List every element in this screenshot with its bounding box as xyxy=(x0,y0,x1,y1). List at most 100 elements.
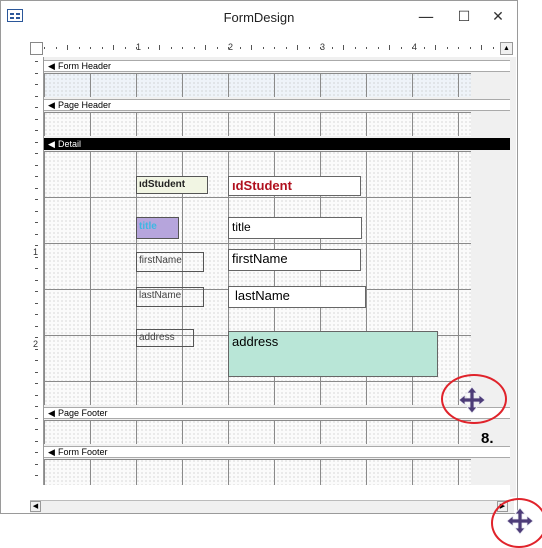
page-header-section[interactable] xyxy=(44,112,471,136)
ruler-tick xyxy=(35,349,38,350)
page-header-label: Page Header xyxy=(58,100,112,110)
ruler-tick xyxy=(194,47,195,49)
ruler-tick xyxy=(401,47,402,49)
ruler-tick xyxy=(251,45,252,50)
ruler-tick xyxy=(35,406,38,407)
section-arrow-icon: ◀ xyxy=(48,408,55,418)
ruler-number: 1 xyxy=(33,247,39,257)
ruler-tick xyxy=(286,47,287,49)
address-label[interactable]: address xyxy=(136,329,194,347)
section-arrow-icon: ◀ xyxy=(48,447,55,457)
ruler-tick xyxy=(35,337,38,338)
ruler-tick xyxy=(35,61,38,62)
horizontal-scrollbar[interactable]: ◀ ▶ xyxy=(30,500,514,513)
ruler-tick xyxy=(35,291,38,292)
ruler-tick xyxy=(35,326,38,327)
ruler-number: 2 xyxy=(33,339,39,349)
horizontal-ruler-row: 1 2 3 4 5 xyxy=(0,42,516,56)
scroll-up-arrow-icon[interactable]: ▲ xyxy=(500,42,513,55)
page-footer-label: Page Footer xyxy=(58,408,108,418)
lastname-label[interactable]: lastName xyxy=(136,287,204,307)
ruler-tick xyxy=(458,47,459,49)
ruler-tick xyxy=(35,234,38,235)
ruler-tick xyxy=(378,47,379,49)
ruler-tick xyxy=(309,47,310,49)
ruler-tick xyxy=(343,45,344,50)
ruler-tick xyxy=(35,211,38,212)
ruler-tick xyxy=(35,199,38,200)
ruler-tick xyxy=(35,153,38,154)
ruler-tick xyxy=(35,176,38,177)
ruler-tick xyxy=(35,452,38,453)
firstname-field[interactable]: firstName xyxy=(228,249,361,271)
ruler-tick xyxy=(35,188,38,189)
ruler-tick xyxy=(35,360,38,361)
form-header-bar[interactable]: ◀ Form Header xyxy=(44,60,510,72)
ruler-tick xyxy=(35,130,38,131)
close-button[interactable]: ✕ xyxy=(483,5,513,29)
move-cursor-icon[interactable] xyxy=(506,507,534,535)
ruler-tick xyxy=(35,383,38,384)
title-bar: FormDesign — ☐ ✕ xyxy=(1,1,517,32)
ruler-tick xyxy=(35,73,38,74)
firstname-label[interactable]: firstName xyxy=(136,252,204,272)
ruler-tick xyxy=(355,47,356,49)
lastname-field[interactable]: lastName xyxy=(228,286,366,308)
address-field[interactable]: address xyxy=(228,331,438,377)
page-footer-section[interactable] xyxy=(44,420,471,444)
title-field[interactable]: title xyxy=(228,217,362,239)
ruler-tick xyxy=(35,165,38,166)
ruler-tick xyxy=(320,47,321,49)
ruler-tick xyxy=(240,47,241,49)
ruler-tick xyxy=(113,45,114,50)
vertical-ruler[interactable]: 1 2 xyxy=(30,57,44,485)
detail-bar[interactable]: ◀ Detail xyxy=(44,138,510,150)
scroll-left-arrow-icon[interactable]: ◀ xyxy=(30,501,41,512)
ruler-tick xyxy=(35,464,38,465)
ruler-tick xyxy=(35,142,38,143)
detail-label: Detail xyxy=(58,139,82,149)
form-footer-bar[interactable]: ◀ Form Footer xyxy=(44,446,510,458)
ruler-tick xyxy=(447,47,448,49)
ruler-tick xyxy=(263,47,264,49)
minimize-button[interactable]: — xyxy=(411,5,441,29)
ruler-tick xyxy=(205,45,206,50)
ruler-tick xyxy=(35,84,38,85)
ruler-tick xyxy=(79,47,80,49)
move-cursor-icon[interactable] xyxy=(458,386,486,414)
ruler-tick xyxy=(470,47,471,49)
form-footer-section[interactable] xyxy=(44,459,471,485)
ruler-tick xyxy=(228,47,229,49)
ruler-tick xyxy=(125,47,126,49)
idstudent-label[interactable]: ıdStudent xyxy=(136,176,208,194)
page-footer-bar[interactable]: ◀ Page Footer xyxy=(44,407,510,419)
ruler-tick xyxy=(148,47,149,49)
section-arrow-icon: ◀ xyxy=(48,61,55,71)
ruler-tick xyxy=(35,222,38,223)
ruler-tick xyxy=(412,47,413,49)
ruler-tick xyxy=(389,45,390,50)
ruler-tick xyxy=(182,47,183,49)
page-header-bar[interactable]: ◀ Page Header xyxy=(44,99,510,111)
ruler-tick xyxy=(35,429,38,430)
ruler-tick xyxy=(424,47,425,49)
title-label[interactable]: title xyxy=(136,217,179,239)
ruler-tick xyxy=(217,47,218,49)
idstudent-field[interactable]: ıdStudent xyxy=(228,176,361,196)
ruler-tick xyxy=(332,47,333,49)
form-selector[interactable] xyxy=(30,42,43,55)
ruler-tick xyxy=(44,47,45,49)
ruler-tick xyxy=(102,47,103,49)
vertical-scrollbar[interactable] xyxy=(510,57,516,497)
ruler-tick xyxy=(159,45,160,50)
ruler-tick xyxy=(35,441,38,442)
ruler-tick xyxy=(35,257,38,258)
ruler-tick xyxy=(297,45,298,50)
ruler-tick xyxy=(35,418,38,419)
ruler-tick xyxy=(171,47,172,49)
ruler-tick xyxy=(35,303,38,304)
horizontal-ruler[interactable]: 1 2 3 4 5 xyxy=(44,42,509,55)
maximize-button[interactable]: ☐ xyxy=(449,5,479,29)
form-header-section[interactable] xyxy=(44,73,471,97)
form-header-label: Form Header xyxy=(58,61,112,71)
